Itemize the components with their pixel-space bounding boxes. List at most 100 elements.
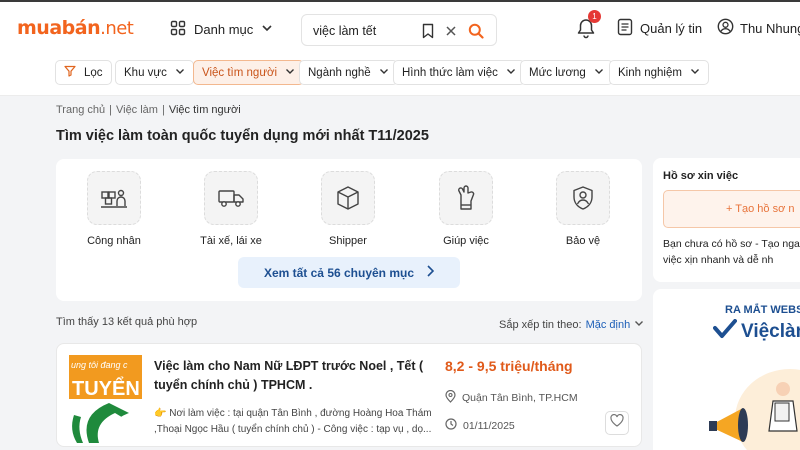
top-header: muabán.net Danh mục 1 Quản lý tin xyxy=(0,0,800,56)
breadcrumb-separator: | xyxy=(161,104,165,116)
promo-brand-text: Việclàm xyxy=(741,321,800,342)
truck-icon xyxy=(204,171,258,225)
megaphone-icon xyxy=(705,394,765,450)
filter-salary-label: Mức lương xyxy=(529,66,586,79)
chevron-down-icon xyxy=(261,22,273,37)
filter-label: Lọc xyxy=(84,66,103,79)
category-card: Công nhân Tài xế, lái xe Shipper Giúp vi… xyxy=(56,159,642,301)
breadcrumb-home[interactable]: Trang chủ xyxy=(56,104,105,116)
job-description-text: Nơi làm việc : tại quận Tân Bình , đường… xyxy=(154,408,432,435)
promo-banner[interactable]: RA MẮT WEBSI Việclàm xyxy=(653,289,800,450)
location-pin-icon xyxy=(445,389,456,406)
chevron-down-icon xyxy=(634,318,644,331)
resume-panel-heading: Hồ sơ xin việc xyxy=(663,170,739,182)
promo-headline: RA MẮT WEBSI xyxy=(725,304,800,316)
box-icon xyxy=(321,171,375,225)
category-security-label: Bảo vệ xyxy=(565,235,601,247)
logo-text: muabán xyxy=(17,17,101,39)
chevron-down-icon xyxy=(594,66,604,79)
manage-posts-button[interactable]: Quản lý tin xyxy=(617,18,702,39)
user-name: Thu Nhung xyxy=(740,20,800,36)
pointing-hand-icon: 👉 xyxy=(154,408,170,419)
filter-area[interactable]: Khu vực xyxy=(115,60,194,85)
filter-button[interactable]: Lọc xyxy=(55,60,112,85)
resume-panel: Hồ sơ xin việc + Tạo hồ sơ n Bạn chưa có… xyxy=(653,158,800,282)
job-salary: 8,2 - 9,5 triệu/tháng xyxy=(445,358,573,374)
category-driver[interactable]: Tài xế, lái xe xyxy=(187,171,275,247)
breadcrumb-current: Việc tìm người xyxy=(168,104,241,116)
logo-suffix: .net xyxy=(100,18,134,39)
sort-value: Mặc định xyxy=(585,318,631,331)
grid-icon xyxy=(170,20,186,39)
worker-icon xyxy=(87,171,141,225)
user-icon xyxy=(717,18,734,38)
category-driver-label: Tài xế, lái xe xyxy=(200,235,262,247)
chevron-down-icon xyxy=(506,66,516,79)
create-resume-button[interactable]: + Tạo hồ sơ n xyxy=(663,190,800,228)
view-all-categories-button[interactable]: Xem tất cả 56 chuyên mục xyxy=(238,257,460,288)
funnel-icon xyxy=(64,65,76,80)
chevron-down-icon xyxy=(285,66,295,79)
filter-experience[interactable]: Kinh nghiệm xyxy=(609,60,709,85)
clear-icon[interactable] xyxy=(442,22,460,40)
bookmark-icon[interactable] xyxy=(419,22,437,40)
job-card[interactable]: ung tôi đang c TUYỂN Việc làm cho Nam Nữ… xyxy=(56,343,642,447)
category-shipper[interactable]: Shipper xyxy=(304,171,392,247)
filter-job-seeking[interactable]: Việc tìm người xyxy=(193,60,305,85)
category-housekeeper-label: Giúp việc xyxy=(443,235,489,247)
chevron-right-icon xyxy=(426,265,435,280)
category-housekeeper[interactable]: Giúp việc xyxy=(422,171,510,247)
category-menu-button[interactable]: Danh mục xyxy=(170,16,273,42)
chevron-down-icon xyxy=(379,66,389,79)
filter-industry[interactable]: Ngành nghề xyxy=(299,60,398,85)
category-security[interactable]: Bảo vệ xyxy=(539,171,627,247)
job-location-text: Quận Tân Bình, TP.HCM xyxy=(462,392,578,404)
glove-icon xyxy=(439,171,493,225)
user-menu[interactable]: Thu Nhung xyxy=(717,18,800,38)
job-thumbnail-caption: ung tôi đang c xyxy=(71,360,128,370)
save-job-button[interactable] xyxy=(605,411,629,435)
job-date-text: 01/11/2025 xyxy=(463,419,515,432)
filter-salary[interactable]: Mức lương xyxy=(520,60,613,85)
search-icon[interactable] xyxy=(467,22,485,40)
page-title: Tìm việc làm toàn quốc tuyển dụng mới nh… xyxy=(56,128,429,144)
search-box xyxy=(301,14,497,46)
job-title[interactable]: Việc làm cho Nam Nữ LĐPT trước Noel , Tế… xyxy=(154,357,434,395)
job-location: Quận Tân Bình, TP.HCM xyxy=(445,389,578,406)
filter-experience-label: Kinh nghiệm xyxy=(618,66,682,79)
heart-icon xyxy=(610,413,624,432)
person-illustration-icon xyxy=(761,377,800,450)
logo[interactable]: muabán.net xyxy=(17,17,134,39)
filter-work-type-label: Hình thức làm việc xyxy=(402,66,498,79)
job-thumbnail-title: TUYỂN xyxy=(72,377,140,400)
filter-area-label: Khu vực xyxy=(124,66,167,79)
document-icon xyxy=(617,18,633,39)
job-description: 👉 Nơi làm việc : tại quận Tân Bình , đườ… xyxy=(154,406,436,438)
breadcrumb-separator: | xyxy=(109,104,112,116)
job-thumbnail[interactable]: ung tôi đang c TUYỂN xyxy=(69,355,142,443)
filter-work-type[interactable]: Hình thức làm việc xyxy=(393,60,525,85)
resume-panel-text: Bạn chưa có hồ sơ - Tạo nga "săn" việc x… xyxy=(663,238,800,266)
job-date: 01/11/2025 xyxy=(445,418,515,433)
category-menu-label: Danh mục xyxy=(194,21,254,37)
category-shipper-label: Shipper xyxy=(329,235,367,247)
manage-posts-label: Quản lý tin xyxy=(640,21,703,36)
breadcrumb: Trang chủ | Việc làm | Việc tìm người xyxy=(56,104,241,116)
category-worker[interactable]: Công nhân xyxy=(70,171,158,247)
chevron-down-icon xyxy=(175,66,185,79)
guard-icon xyxy=(556,171,610,225)
breadcrumb-jobs[interactable]: Việc làm xyxy=(116,104,158,116)
sort-label: Sắp xếp tin theo: xyxy=(499,318,582,331)
sort-control[interactable]: Sắp xếp tin theo: Mặc định xyxy=(499,318,644,331)
results-count: Tìm thấy 13 kết quả phù hợp xyxy=(56,316,198,328)
checkmark-logo-icon xyxy=(713,319,737,345)
view-all-label: Xem tất cả 56 chuyên mục xyxy=(263,265,415,280)
create-resume-label: + Tạo hồ sơ n xyxy=(726,203,795,215)
filter-bar: Lọc Khu vực Việc tìm người Ngành nghề Hì… xyxy=(0,56,800,96)
search-input[interactable] xyxy=(313,21,423,41)
category-worker-label: Công nhân xyxy=(87,235,141,247)
notification-badge: 1 xyxy=(588,10,601,23)
filter-industry-label: Ngành nghề xyxy=(308,66,371,79)
clock-icon xyxy=(445,418,457,433)
filter-job-seeking-label: Việc tìm người xyxy=(202,66,278,79)
